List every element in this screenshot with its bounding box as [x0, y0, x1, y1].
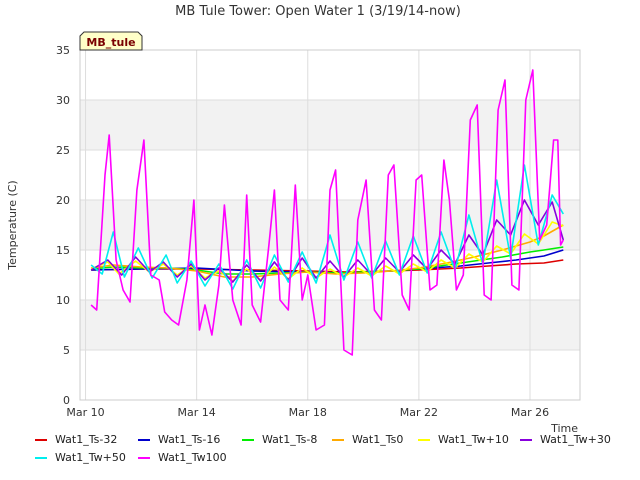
legend-swatch: [138, 439, 150, 441]
legend-label: Wat1_Ts-8: [262, 433, 318, 446]
legend-swatch: [138, 457, 150, 459]
legend-item: Wat1_Tw100: [138, 451, 227, 464]
grid-band: [80, 300, 580, 350]
legend-label: Wat1_Tw100: [158, 451, 227, 464]
legend-swatch: [520, 439, 532, 441]
legend-swatch: [332, 439, 344, 441]
legend-swatch: [418, 439, 430, 441]
site-label-badge: MB_tule: [79, 31, 143, 51]
legend-item: Wat1_Ts0: [332, 433, 403, 446]
y-tick-label: 25: [56, 144, 70, 157]
chart-svg: MB Tule Tower: Open Water 1 (3/19/14-now…: [6, 4, 581, 435]
legend-label: Wat1_Tw+30: [540, 433, 611, 446]
legend-item: Wat1_Ts-16: [138, 433, 220, 446]
y-tick-labels: 05101520253035: [56, 44, 70, 407]
x-tick-labels: Mar 10 Mar 14 Mar 18 Mar 22 Mar 26: [66, 406, 549, 419]
legend-item: Wat1_Tw+50: [35, 451, 126, 464]
x-tick-label: Mar 14: [178, 406, 216, 419]
y-tick-label: 35: [56, 44, 70, 57]
legend-item: Wat1_Tw+30: [520, 433, 611, 446]
y-tick-label: 15: [56, 244, 70, 257]
x-tick-label: Mar 10: [66, 406, 104, 419]
y-axis-label: Temperature (C): [6, 180, 19, 270]
site-label-text: MB_tule: [86, 36, 135, 49]
y-tick-label: 20: [56, 194, 70, 207]
x-tick-label: Mar 26: [511, 406, 549, 419]
legend-item: Wat1_Tw+10: [418, 433, 509, 446]
legend-item: Wat1_Ts-32: [35, 433, 117, 446]
chart-title: MB Tule Tower: Open Water 1 (3/19/14-now…: [175, 4, 461, 19]
legend-item: Wat1_Ts-8: [242, 433, 317, 446]
x-tick-label: Mar 18: [289, 406, 327, 419]
legend-label: Wat1_Ts-32: [55, 433, 118, 446]
legend-label: Wat1_Ts-16: [158, 433, 221, 446]
y-tick-label: 5: [63, 344, 70, 357]
y-tick-label: 30: [56, 94, 70, 107]
legend-label: Wat1_Tw+10: [438, 433, 509, 446]
legend-label: Wat1_Ts0: [352, 433, 404, 446]
legend-swatch: [35, 457, 47, 459]
legend-label: Wat1_Tw+50: [55, 451, 126, 464]
legend-swatch: [242, 439, 254, 441]
y-tick-label: 10: [56, 294, 70, 307]
x-tick-label: Mar 22: [400, 406, 438, 419]
grid-band: [80, 100, 580, 150]
legend-swatch: [35, 439, 47, 441]
